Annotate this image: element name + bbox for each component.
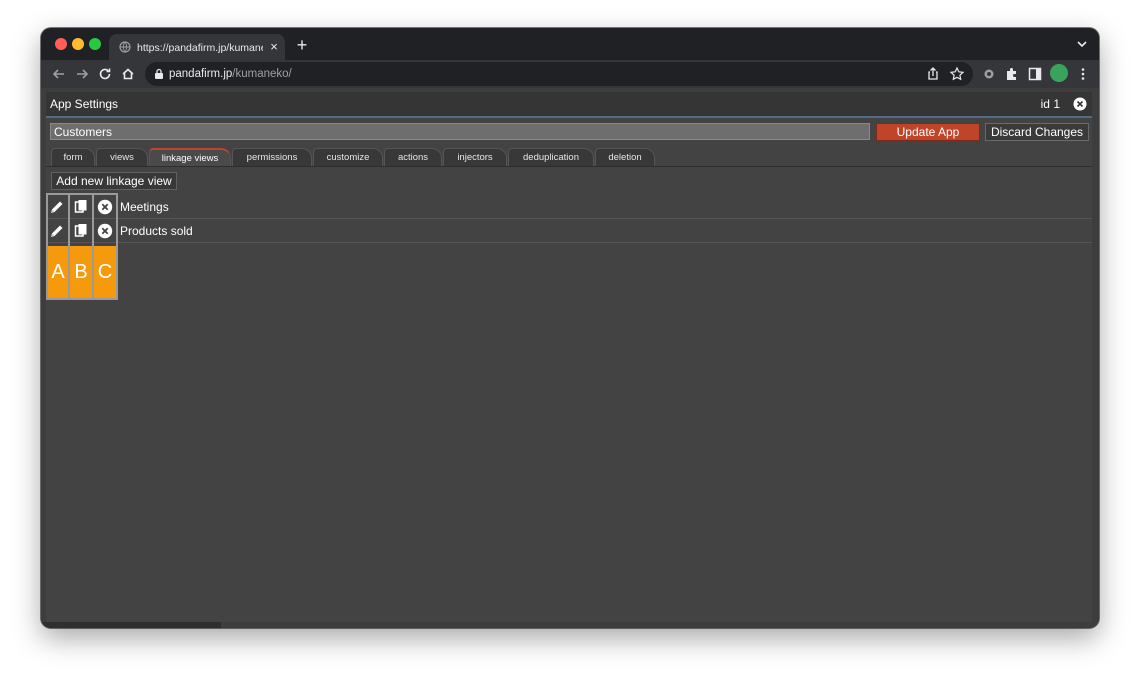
browser-toolbar: pandafirm.jp/kumaneko/ [41,60,1099,88]
address-bar[interactable]: pandafirm.jp/kumaneko/ [145,62,973,86]
tab-deduplication[interactable]: deduplication [508,148,594,166]
list-item: Meetings [46,195,1092,219]
forward-arrow-icon[interactable] [74,66,90,82]
tab-customize[interactable]: customize [313,148,383,166]
more-menu-icon[interactable] [1075,66,1091,82]
reload-icon[interactable] [97,66,113,82]
tab-form[interactable]: form [51,148,95,166]
update-app-button[interactable]: Update App [876,123,980,141]
tab-views[interactable]: views [96,148,148,166]
marker-c: C [94,246,116,298]
marker-a: A [48,246,70,298]
tab-strip: https://pandafirm.jp/kumaneko/ × + [41,28,1099,60]
new-tab-button[interactable]: + [293,35,311,55]
tab-permissions[interactable]: permissions [232,148,312,166]
browser-window: https://pandafirm.jp/kumaneko/ × + panda [41,28,1099,628]
settings-tabs: form views linkage views permissions cus… [46,148,1092,167]
linkage-view-name: Meetings [120,200,169,214]
discard-changes-button[interactable]: Discard Changes [985,123,1089,141]
page-content: App Settings id 1 Update App Discard Cha… [41,88,1099,628]
tab-linkage-views[interactable]: linkage views [149,148,231,166]
minimize-window-button[interactable] [72,38,84,50]
share-icon[interactable] [925,66,941,82]
panel-header: App Settings id 1 [46,92,1092,118]
app-settings-panel: App Settings id 1 Update App Discard Cha… [46,92,1092,622]
home-icon[interactable] [120,66,136,82]
bookmark-star-icon[interactable] [949,66,965,82]
panel-title: App Settings [50,97,119,111]
tab-close-icon[interactable]: × [267,39,281,55]
chevron-down-icon[interactable] [1075,36,1089,52]
list-item: Products sold [46,219,1092,243]
tab-title: https://pandafirm.jp/kumaneko/ [137,42,263,54]
bottom-strip [41,622,221,628]
app-id-label: id 1 [1040,97,1060,111]
column-divider [68,195,70,246]
extension-gear-icon[interactable] [981,66,997,82]
column-markers: A B C [46,193,118,300]
lock-icon [155,68,163,79]
marker-b: B [70,246,94,298]
puzzle-extensions-icon[interactable] [1004,66,1020,82]
maximize-window-button[interactable] [89,38,101,50]
browser-tab[interactable]: https://pandafirm.jp/kumaneko/ × [109,34,285,60]
globe-icon [119,41,131,53]
side-panel-icon[interactable] [1027,66,1043,82]
close-window-button[interactable] [55,38,67,50]
add-linkage-view-button[interactable]: Add new linkage view [51,172,177,190]
tab-actions[interactable]: actions [384,148,442,166]
close-icon[interactable] [1073,97,1087,111]
profile-avatar[interactable] [1050,64,1068,82]
column-divider [92,195,94,246]
back-arrow-icon[interactable] [51,66,67,82]
url-path: /kumaneko/ [232,68,292,80]
url-host: pandafirm.jp [169,68,233,80]
tab-deletion[interactable]: deletion [595,148,655,166]
tab-injectors[interactable]: injectors [443,148,507,166]
url-text: pandafirm.jp/kumaneko/ [169,66,292,82]
app-name-input[interactable] [50,123,870,140]
linkage-view-name: Products sold [120,224,193,238]
